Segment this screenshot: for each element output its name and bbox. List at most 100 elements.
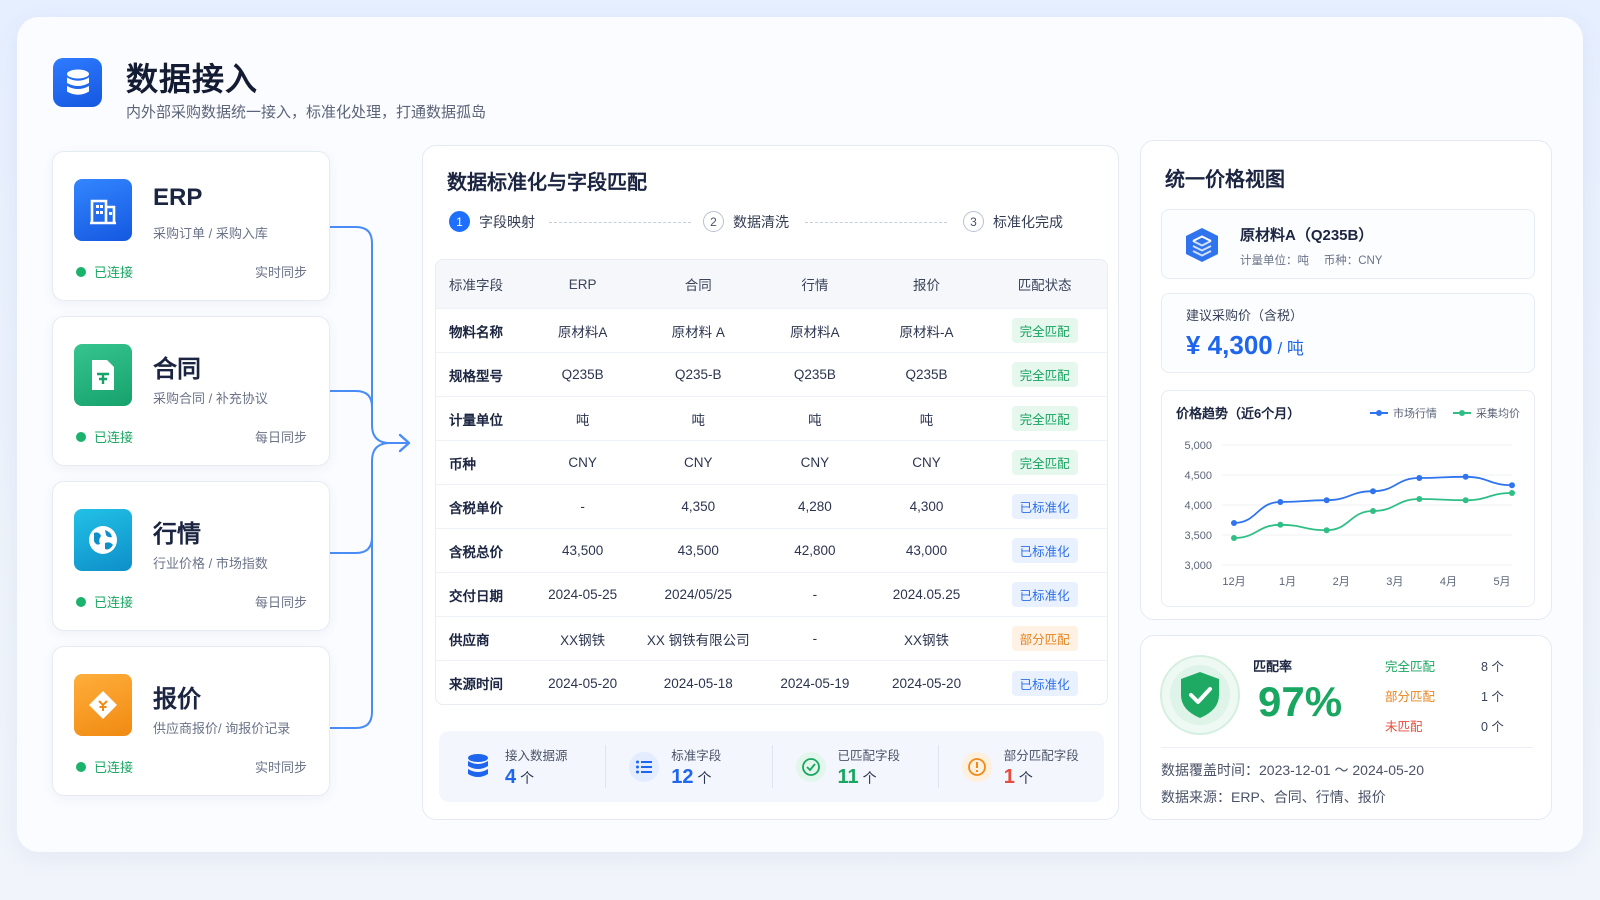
match-status-cell: 已标准化 <box>982 582 1107 607</box>
material-meta: 计量单位：吨 币种：CNY <box>1240 255 1383 267</box>
source-card-quote[interactable]: 报价 供应商报价/ 询报价记录 已连接 实时同步 <box>52 646 330 796</box>
source-desc: 行业价格 / 市场指数 <box>153 556 268 571</box>
y-tick-label: 4,000 <box>1184 500 1212 512</box>
match-status-cell: 已标准化 <box>982 494 1107 519</box>
table-cell: 4,350 <box>681 499 716 514</box>
column-header: 行情 <box>801 278 829 293</box>
connection-status: 已连接 <box>76 262 133 281</box>
flow-connector <box>330 226 411 729</box>
status-badge: 完全匹配 <box>1011 406 1078 431</box>
table-cell: 43,500 <box>561 543 604 558</box>
status-badge: 已标准化 <box>1011 670 1078 696</box>
source-desc: 采购合同 / 补充协议 <box>153 391 268 406</box>
table-cell: Q235B <box>793 367 836 382</box>
table-cell: 来源时间 <box>449 677 503 692</box>
column-header: ERP <box>568 276 597 292</box>
match-rate-label: 匹配率 <box>1253 659 1293 674</box>
material-name: 原材料A（Q235B） <box>1240 227 1374 244</box>
sync-mode: 每日同步 <box>254 595 307 610</box>
data-point <box>1462 497 1469 504</box>
table-cell: 2024-05-20 <box>892 675 962 691</box>
source-desc: 采购订单 / 采购入库 <box>153 226 268 241</box>
match-rate-panel: 匹配率 97% 完全匹配 8 个 部分匹配 1 个 未匹配 0 个 数据覆盖时间：20… <box>1140 635 1552 820</box>
table-cell: 42,800 <box>794 543 836 558</box>
match-status-cell: 已标准化 <box>982 670 1107 696</box>
stat-standard-fields: 标准字段 12 个 <box>605 731 771 802</box>
x-tick-label: 4月 <box>1440 576 1457 588</box>
globe-icon <box>74 509 132 571</box>
price-label: 建议采购价（含税） <box>1186 308 1304 323</box>
source-name: ERP <box>153 184 203 211</box>
table-cell: - <box>812 631 818 646</box>
stat-partial-fields: 部分匹配字段 1个 <box>937 731 1104 802</box>
data-point <box>1231 520 1237 526</box>
divider <box>1161 747 1533 748</box>
x-tick-label: 5月 <box>1493 576 1510 588</box>
table-cell: 规格型号 <box>449 368 503 384</box>
connection-status: 已连接 <box>76 592 133 611</box>
source-card-erp[interactable]: ERP 采购订单 / 采购入库 已连接 实时同步 <box>52 151 330 301</box>
source-name: 行情 <box>153 521 201 548</box>
x-tick-label: 2月 <box>1333 576 1350 588</box>
data-point <box>1323 527 1330 534</box>
step-data-cleaning[interactable]: 2 数据清洗 <box>703 211 789 232</box>
data-point <box>1277 521 1284 528</box>
line-chart: 3,000 3,500 4,000 4,500 5,000 12月 1月 2月 3月 4月 5月 <box>1184 440 1515 588</box>
table-cell: 吨 <box>919 412 934 428</box>
match-status-cell: 已标准化 <box>982 538 1107 563</box>
source-desc: 供应商报价/ 询报价记录 <box>153 721 291 736</box>
legend-item-market[interactable]: 市场行情 <box>1370 405 1437 421</box>
status-dot <box>76 596 86 607</box>
step-standardized[interactable]: 3 标准化完成 <box>963 211 1063 232</box>
stat-label: 部分匹配字段 <box>1003 748 1079 763</box>
database-icon <box>463 752 493 782</box>
price-view-panel: 统一价格视图 原材料A（Q235B） 计量单位：吨 币种：CNY 建议采购价（含… <box>1140 140 1552 620</box>
table-cell: 2024-05-19 <box>780 675 850 691</box>
table-cell: 4,280 <box>797 499 832 514</box>
match-status-cell: 完全匹配 <box>982 406 1107 431</box>
data-point <box>1509 490 1515 496</box>
source-card-market[interactable]: 行情 行业价格 / 市场指数 已连接 每日同步 <box>52 481 330 631</box>
status-badge: 完全匹配 <box>1011 362 1078 387</box>
stat-value: 12 个 <box>671 765 712 788</box>
source-card-contract[interactable]: 合同 采购合同 / 补充协议 已连接 每日同步 <box>52 316 330 466</box>
source-name: 合同 <box>153 356 201 383</box>
connection-status: 已连接 <box>76 427 133 446</box>
y-tick-label: 4,500 <box>1184 470 1212 482</box>
chart-legend: 市场行情 采集均价 <box>1370 405 1520 421</box>
table-cell: 含税单价 <box>449 500 503 516</box>
table-cell: CNY <box>912 455 941 470</box>
table-row: 来源时间 2024-05-20 2024-05-18 2024-05-19 2024-0… <box>436 661 1107 704</box>
table-cell: 供应商 <box>449 632 490 648</box>
status-badge: 已标准化 <box>1011 494 1078 519</box>
match-status-cell: 部分匹配 <box>982 626 1107 651</box>
legend-item-average[interactable]: 采集均价 <box>1453 405 1520 421</box>
status-badge: 已标准化 <box>1011 582 1078 607</box>
stat-label: 接入数据源 <box>505 748 568 763</box>
table-cell: 吨 <box>691 412 706 428</box>
table-cell: CNY <box>683 455 713 470</box>
match-status-cell: 完全匹配 <box>982 362 1107 387</box>
status-dot <box>76 761 86 772</box>
table-row: 含税总价 43,500 43,500 42,800 43,000 已标准化 <box>436 529 1107 573</box>
data-source: 数据来源：ERP、合同、行情、报价 <box>1161 789 1386 805</box>
coverage-time: 数据覆盖时间：2023-12-01 ～ 2024-05-20 <box>1161 762 1425 778</box>
step-field-mapping[interactable]: 1 字段映射 <box>449 211 535 232</box>
table-row: 交付日期 2024-05-25 2024/05/25 - 2024.05.25 已标准化 <box>436 573 1107 617</box>
table-cell: 交付日期 <box>449 588 503 604</box>
table-cell: CNY <box>800 455 830 470</box>
y-tick-label: 5,000 <box>1184 440 1212 452</box>
data-point <box>1231 535 1237 541</box>
building-icon <box>74 179 132 241</box>
match-status-cell: 完全匹配 <box>982 450 1107 475</box>
status-badge: 完全匹配 <box>1011 318 1078 343</box>
match-status-cell: 完全匹配 <box>982 318 1107 343</box>
material-card[interactable]: 原材料A（Q235B） 计量单位：吨 币种：CNY <box>1161 209 1535 279</box>
table-cell: 2024-05-20 <box>548 675 618 691</box>
status-badge: 完全匹配 <box>1011 450 1078 475</box>
y-tick-label: 3,000 <box>1184 560 1212 572</box>
x-tick-label: 12月 <box>1222 576 1245 588</box>
data-point <box>1416 496 1423 502</box>
warning-circle-icon <box>961 751 992 782</box>
summary-stats: 接入数据源 4个 标准字段 12 个 已匹配字段 11 个 部分匹配字段 1个 <box>439 731 1104 802</box>
